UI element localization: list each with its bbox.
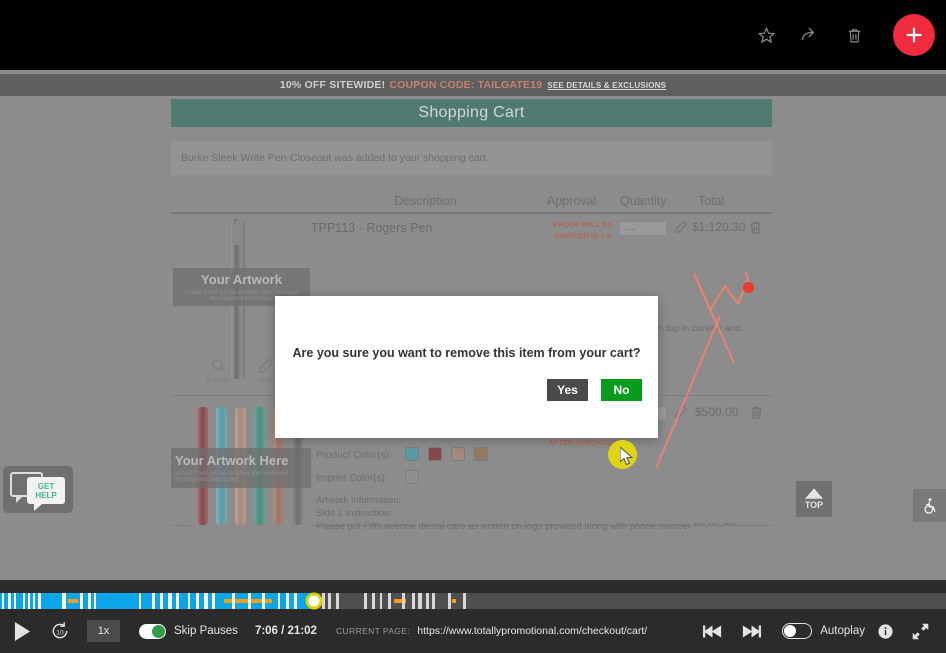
product-color-swatch[interactable] <box>474 447 488 461</box>
confirm-message: Are you sure you want to remove this ite… <box>292 346 641 360</box>
timeline-track[interactable] <box>0 592 946 610</box>
remove-item-button[interactable] <box>748 219 763 241</box>
current-page-url[interactable]: https://www.totallypromotional.com/check… <box>417 625 647 637</box>
column-header-quantity: Quantity <box>620 194 667 208</box>
spec-label-product-colors: Product Color(s): <box>316 450 392 461</box>
approval-note: PROOF WILL BE EMAILED IN 1-2 <box>553 220 613 240</box>
click-marker <box>743 282 754 293</box>
back-to-top-label: TOP <box>804 500 824 510</box>
artwork-overlay-title: Your Artwork Here <box>175 453 289 468</box>
page-title: Shopping Cart <box>171 99 772 127</box>
current-page-label: CURRENT PAGE: <box>335 626 411 636</box>
info-icon <box>878 623 893 639</box>
skip-previous-icon <box>703 624 722 638</box>
skip-pauses-control[interactable]: ✓ Skip Pauses <box>139 623 238 639</box>
back-to-top-button[interactable]: TOP <box>796 481 832 517</box>
confirm-dialog: Are you sure you want to remove this ite… <box>275 296 658 438</box>
confirm-yes-button[interactable]: Yes <box>547 379 588 401</box>
timeline-playhead[interactable] <box>305 592 323 610</box>
share-icon[interactable] <box>795 20 825 50</box>
artwork-overlay-sub2: No Payment Necessary <box>209 296 274 302</box>
promo-text-1: 10% OFF SITEWIDE! <box>279 79 386 91</box>
confirm-no-button[interactable]: No <box>601 379 642 401</box>
expand-icon <box>912 623 929 639</box>
get-help-bubble[interactable]: GET HELP <box>27 477 65 511</box>
artwork-overlay-sub2: No Payment Necessary <box>175 477 239 483</box>
previous-button[interactable] <box>703 624 722 639</box>
accessibility-button[interactable] <box>913 489 946 522</box>
autoplay-toggle[interactable] <box>782 623 813 639</box>
session-replay-player: 10% OFF SITEWIDE! COUPON CODE: TAILGATE1… <box>0 0 946 653</box>
quantity-field[interactable]: --- <box>619 221 667 236</box>
edit-button[interactable]: Edit <box>258 357 275 384</box>
row-total: $1,120.30 <box>692 220 746 234</box>
page-viewport: 10% OFF SITEWIDE! COUPON CODE: TAILGATE1… <box>0 70 946 580</box>
skip-pauses-toggle[interactable]: ✓ <box>139 623 166 639</box>
remove-item-button[interactable] <box>749 404 764 426</box>
autoplay-control[interactable]: Autoplay <box>782 623 865 639</box>
skip-pauses-label: Skip Pauses <box>174 625 238 637</box>
promo-banner: 10% OFF SITEWIDE! COUPON CODE: TAILGATE1… <box>0 74 946 96</box>
player-controls: 10 1x ✓ Skip Pauses 7:06 / 21:02 CURRENT… <box>0 609 946 653</box>
side1-instruction: Please put Fifth avenue dental care as w… <box>316 521 737 532</box>
trash-icon[interactable] <box>839 20 869 50</box>
product-title[interactable]: TPP113 - Rogers Pen <box>311 221 432 235</box>
player-bar: 10 1x ✓ Skip Pauses 7:06 / 21:02 CURRENT… <box>0 580 946 653</box>
imprint-color-swatch[interactable] <box>405 470 419 484</box>
artwork-overlay-title: Your Artwork <box>201 272 282 287</box>
star-icon[interactable] <box>751 20 781 50</box>
chevron-up-icon <box>805 488 823 499</box>
get-help-line1: GET <box>37 481 55 491</box>
play-button[interactable] <box>14 621 31 641</box>
artwork-info-label: Artwork Information: <box>316 495 401 506</box>
cart-notice: Burke Sleek Write Pen-Closeout was added… <box>171 141 772 175</box>
confirm-actions: Yes No <box>547 379 642 401</box>
artwork-overlay: Your Artwork Here Virtual Proof will be … <box>171 448 311 488</box>
rewind-10-icon: 10 <box>52 622 68 639</box>
get-help-line2: HELP <box>35 490 57 500</box>
row-total: $500.00 <box>695 405 739 419</box>
next-button[interactable] <box>742 624 762 639</box>
time-display: 7:06 / 21:02 <box>254 625 317 637</box>
edit-label: Edit <box>259 375 273 384</box>
enlarge-label: Enlarge <box>206 375 232 384</box>
skip-next-icon <box>743 624 762 638</box>
product-color-swatch[interactable] <box>428 447 442 461</box>
column-header-approval: Approval <box>547 194 597 208</box>
pen-tip <box>234 219 242 245</box>
product-color-swatch[interactable] <box>451 447 465 461</box>
product-color-swatch[interactable] <box>405 447 419 461</box>
play-icon <box>14 621 31 641</box>
promo-text-2: COUPON CODE: TAILGATE19 <box>389 79 543 91</box>
info-button[interactable] <box>877 623 894 640</box>
playback-speed-button[interactable]: 1x <box>87 620 120 642</box>
mouse-cursor <box>620 447 634 466</box>
wheelchair-icon <box>923 497 936 514</box>
quantity-edit-icon[interactable] <box>674 405 688 424</box>
spec-label-imprint-colors: Imprint Color(s): <box>316 473 388 484</box>
top-toolbar <box>0 0 946 70</box>
column-header-total: Total <box>698 194 725 208</box>
add-button[interactable] <box>893 14 935 56</box>
quantity-edit-icon[interactable] <box>674 220 688 239</box>
promo-details-link[interactable]: SEE DETAILS & EXCLUSIONS <box>547 81 666 90</box>
cart-table-header: Description Approval Quantity Total <box>171 188 772 214</box>
magnifier-icon <box>212 359 226 373</box>
svg-text:10: 10 <box>56 629 64 636</box>
enlarge-button[interactable]: Enlarge <box>206 357 232 384</box>
autoplay-label: Autoplay <box>820 625 865 637</box>
pencil-icon <box>259 358 274 373</box>
artwork-tools: Enlarge Edit <box>206 357 275 384</box>
side1-label: Side 1 Instruction: <box>316 508 393 519</box>
rewind-10-button[interactable]: 10 <box>50 621 70 641</box>
fullscreen-button[interactable] <box>912 623 929 640</box>
get-help-widget[interactable]: GET HELP <box>3 466 73 513</box>
row-partial-text: n top in cursive and <box>658 323 741 334</box>
column-header-description: Description <box>394 194 457 208</box>
